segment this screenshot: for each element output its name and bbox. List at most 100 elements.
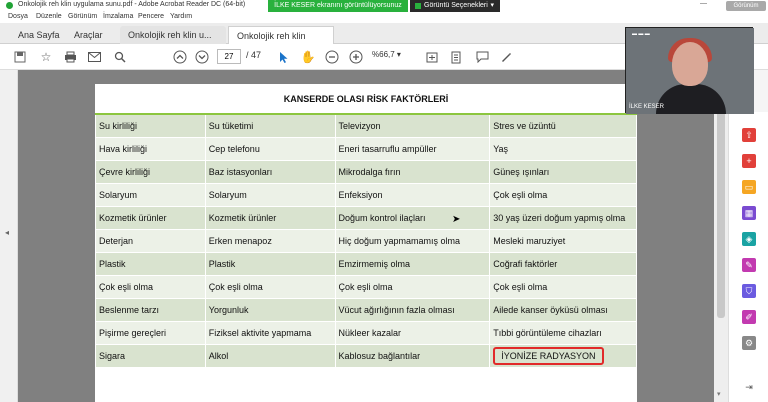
menu-pencere[interactable]: Pencere xyxy=(138,13,164,20)
zoom-level-value: %66,7 xyxy=(372,50,395,59)
table-cell: Mesleki maruziyet xyxy=(489,229,637,253)
email-icon[interactable] xyxy=(86,49,102,65)
scroll-down-icon[interactable]: ▾ xyxy=(717,390,721,398)
table-row: Kozmetik ürünler Kozmetik ürünler Doğum ko… xyxy=(95,206,637,230)
mouse-cursor-icon: ➤ xyxy=(452,214,461,225)
print-icon[interactable] xyxy=(62,49,78,65)
menu-duzenle[interactable]: Düzenle xyxy=(36,13,62,20)
view-options-button[interactable]: Görüntü Seçenekleri ▾ xyxy=(410,0,500,12)
table-cell: Güneş ışınları xyxy=(489,160,637,184)
table-cell: Baz istasyonları xyxy=(204,160,336,184)
webcam-video[interactable]: ▬ ▬ ▬ İLKE KESER xyxy=(625,27,754,114)
enhance-scan-icon[interactable]: ◈ xyxy=(742,232,756,246)
tab-home[interactable]: Ana Sayfa xyxy=(10,26,68,44)
table-cell: Çok eşli olma xyxy=(95,275,206,299)
risk-factor-table: KANSERDE OLASI RİSK FAKTÖRLERİ Su kirlil… xyxy=(95,84,637,368)
pdf-slide: KANSERDE OLASI RİSK FAKTÖRLERİ Su kirlil… xyxy=(95,84,637,402)
page-number-input[interactable]: 27 xyxy=(217,49,241,64)
table-cell: Deterjan xyxy=(95,229,206,253)
view-pill[interactable]: Görünüm xyxy=(726,1,766,11)
menu-dosya[interactable]: Dosya xyxy=(8,13,28,20)
table-cell: Cep telefonu xyxy=(204,137,336,161)
table-row: Çok eşli olma Çok eşli olma Çok eşli olma Ç… xyxy=(95,275,637,299)
table-row: Su kirliliği Su tüketimi Televizyon Stres v… xyxy=(95,113,637,138)
zoom-out-icon[interactable] xyxy=(324,49,340,65)
table-row: Solaryum Solaryum Enfeksiyon Çok eşli olma xyxy=(95,183,637,207)
table-title: KANSERDE OLASI RİSK FAKTÖRLERİ xyxy=(95,84,637,115)
table-cell: Tıbbi görüntüleme cihazları xyxy=(489,321,637,345)
table-cell: 30 yaş üzeri doğum yapmış olma xyxy=(489,206,637,230)
organize-pages-icon[interactable]: ▦ xyxy=(742,206,756,220)
table-cell: Nükleer kazalar xyxy=(334,321,491,345)
scroll-mode-icon[interactable] xyxy=(448,49,464,65)
create-pdf-icon[interactable]: + xyxy=(742,154,756,168)
table-cell: Yorgunluk xyxy=(204,298,336,322)
table-cell: Televizyon xyxy=(334,113,491,138)
previous-page-icon[interactable] xyxy=(172,49,188,65)
hand-tool-icon[interactable]: ✋ xyxy=(300,49,316,65)
participant-name: İLKE KESER xyxy=(629,104,665,110)
table-row: Çevre kirliliği Baz istasyonları Mikrodalg… xyxy=(95,160,637,184)
menu-yardim[interactable]: Yardım xyxy=(170,13,192,20)
next-page-icon[interactable] xyxy=(194,49,210,65)
table-cell: Plastik xyxy=(95,252,206,276)
table-cell: Coğrafi faktörler xyxy=(489,252,637,276)
table-cell: Erken menapoz xyxy=(204,229,336,253)
table-cell: Emzirmemiş olma xyxy=(334,252,491,276)
protect-icon[interactable]: ⛉ xyxy=(742,284,756,298)
window-controls: — Görünüm xyxy=(690,0,768,12)
bookmark-star-icon[interactable]: ☆ xyxy=(38,49,54,65)
highlight-pen-icon[interactable] xyxy=(498,49,514,65)
comment-tool-icon[interactable]: ▭ xyxy=(742,180,756,194)
menu-gorunum[interactable]: Görünüm xyxy=(68,13,97,20)
select-cursor-icon[interactable] xyxy=(276,49,292,65)
scroll-thumb[interactable] xyxy=(717,88,725,318)
collapse-rail-icon[interactable]: ⇥ xyxy=(742,380,756,394)
vertical-scrollbar[interactable]: ▴ ▾ xyxy=(714,70,728,402)
table-row: Deterjan Erken menapoz Hiç doğum yapmamamı… xyxy=(95,229,637,253)
tab-document-1-label: Onkolojik reh klin u... xyxy=(128,30,212,40)
table-cell: Solaryum xyxy=(204,183,336,207)
comment-icon[interactable] xyxy=(474,49,490,65)
table-cell: Stres ve üzüntü xyxy=(489,113,637,138)
monitor-icon xyxy=(415,3,421,9)
table-row: Plastik Plastik Emzirmemiş olma Coğrafi fak… xyxy=(95,252,637,276)
zoom-level-select[interactable]: %66,7 ▾ xyxy=(372,50,401,59)
tab-tools[interactable]: Araçlar xyxy=(66,26,111,44)
webcam-controls-icon[interactable]: ▬ ▬ ▬ xyxy=(632,31,650,37)
tab-document-2[interactable]: Onkolojik reh klin u...× xyxy=(228,26,334,59)
view-options-label: Görüntü Seçenekleri xyxy=(424,2,488,9)
menu-imzalama[interactable]: İmzalama xyxy=(103,13,133,20)
window-title: Onkolojik reh klin uygulama sunu.pdf - A… xyxy=(18,1,246,8)
left-panel-toggle[interactable]: ◂ xyxy=(0,70,18,402)
tab-home-label: Ana Sayfa xyxy=(18,30,60,40)
table-cell: Yaş xyxy=(489,137,637,161)
table-cell: Alkol xyxy=(204,344,336,368)
save-icon[interactable] xyxy=(12,49,28,65)
table-cell: Kozmetik ürünler xyxy=(95,206,206,230)
table-cell: Çok eşli olma xyxy=(489,183,637,207)
tab-document-1[interactable]: Onkolojik reh klin u... xyxy=(120,26,226,44)
fit-page-icon[interactable] xyxy=(424,49,440,65)
tools-rail: ⇧ + ▭ ▦ ◈ ✎ ⛉ ✐ ⚙ ⇥ xyxy=(728,112,768,402)
table-row: Sigara Alkol Kablosuz bağlantılar İYONİZE R… xyxy=(95,344,637,368)
more-tools-icon[interactable]: ⚙ xyxy=(742,336,756,350)
table-cell: Sigara xyxy=(95,344,206,368)
minimize-button[interactable]: — xyxy=(700,0,707,7)
table-cell: Hiç doğum yapmamamış olma xyxy=(334,229,491,253)
export-pdf-icon[interactable]: ⇧ xyxy=(742,128,756,142)
table-cell: Kozmetik ürünler xyxy=(204,206,336,230)
zoom-in-icon[interactable] xyxy=(348,49,364,65)
table-row: Pişirme gereçleri Fiziksel aktivite yapma… xyxy=(95,321,637,345)
page-total: / 47 xyxy=(246,50,262,60)
edit-pdf-icon[interactable]: ✐ xyxy=(742,310,756,324)
tab-tools-label: Araçlar xyxy=(74,30,103,40)
table-cell: Su kirliliği xyxy=(95,113,206,138)
search-icon[interactable] xyxy=(112,49,128,65)
table-cell: Solaryum xyxy=(95,183,206,207)
menu-bar: Dosya Düzenle Görünüm İmzalama Pencere Y… xyxy=(0,12,768,23)
table-cell: Hava kirliliği xyxy=(95,137,206,161)
fill-sign-icon[interactable]: ✎ xyxy=(742,258,756,272)
table-cell: Doğum kontrol ilaçları xyxy=(334,206,491,230)
table-cell: İYONİZE RADYASYON xyxy=(489,344,637,368)
